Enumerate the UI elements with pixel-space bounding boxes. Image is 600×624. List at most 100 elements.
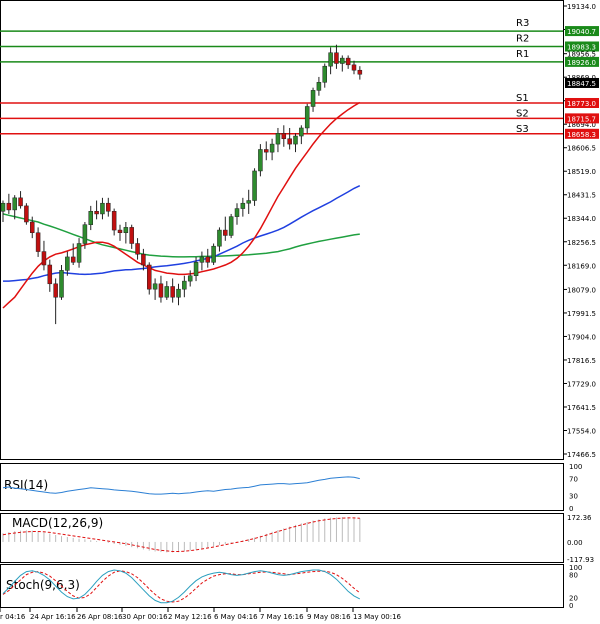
candle-body xyxy=(205,256,210,263)
candle-body xyxy=(340,57,345,64)
candle-body xyxy=(299,127,304,137)
candle-body xyxy=(106,202,111,212)
price-tick-label: 17641.5 xyxy=(567,404,596,412)
candle-body xyxy=(158,283,164,298)
price-tick-label: 18519.0 xyxy=(567,168,596,176)
level-price-label: 18658.3 xyxy=(567,131,596,139)
candle-body xyxy=(59,270,64,298)
candle-body xyxy=(269,143,275,153)
candle-body xyxy=(293,135,298,145)
price-tick-label: 17816.5 xyxy=(567,357,596,365)
time-tick-label: 26 Apr 08:16 xyxy=(77,613,123,621)
current-price-marker: 18847.5 xyxy=(565,77,599,88)
price-tick-label: 18344.0 xyxy=(567,215,596,223)
level-price-label: 18773.0 xyxy=(567,100,596,108)
candle-body xyxy=(82,224,88,244)
rsi-tick-label: 100 xyxy=(569,463,582,471)
candle-body xyxy=(6,202,12,211)
time-tick-label: r 04:16 xyxy=(0,613,26,621)
time-tick-label: 30 Apr 00:16 xyxy=(122,613,168,621)
candle-body xyxy=(193,262,199,276)
rsi-tick-label: 70 xyxy=(569,476,578,484)
candle-body xyxy=(252,170,257,201)
level-name-r1: R1 xyxy=(516,49,529,60)
candle-body xyxy=(287,138,292,145)
level-price-label: 18715.7 xyxy=(567,115,596,123)
rsi-tick-label: 0 xyxy=(569,505,573,513)
candle-body xyxy=(141,253,146,266)
macd-tick-label: -117.93 xyxy=(567,556,594,564)
candle-body xyxy=(123,227,129,234)
candle-body xyxy=(182,280,187,290)
candle-body xyxy=(111,211,117,231)
candle-body xyxy=(228,216,234,236)
candle-body xyxy=(164,286,170,298)
macd-tick-label: 172.36 xyxy=(567,514,592,522)
time-tick-label: 13 May 00:16 xyxy=(353,613,402,621)
candle-body xyxy=(76,243,82,263)
level-price-label: 18926.0 xyxy=(567,59,596,67)
candle-body xyxy=(357,69,363,75)
time-tick-label: 6 May 04:16 xyxy=(214,613,258,621)
candle-body xyxy=(328,52,333,67)
price-tick-label: 17991.5 xyxy=(567,310,596,318)
price-tick-label: 17466.5 xyxy=(567,451,596,459)
level-name-s1: S1 xyxy=(516,93,529,104)
candle-body xyxy=(129,227,134,244)
candle-body xyxy=(24,205,29,223)
candle-body xyxy=(65,256,70,271)
candle-body xyxy=(147,264,152,290)
candle-body xyxy=(211,245,216,263)
level-name-s3: S3 xyxy=(516,124,529,135)
candle-body xyxy=(334,52,339,64)
candle-body xyxy=(70,256,76,263)
candle-body xyxy=(18,197,23,207)
current-price-label: 18847.5 xyxy=(567,80,596,88)
price-tick-label: 19134.0 xyxy=(567,3,596,11)
candle-body xyxy=(322,65,327,83)
level-name-r2: R2 xyxy=(516,33,529,44)
level-price-label: 18983.3 xyxy=(567,43,596,51)
price-tick-label: 18431.5 xyxy=(567,192,596,200)
candle-body xyxy=(345,57,351,66)
rsi-tick-label: 30 xyxy=(569,492,578,500)
candle-body xyxy=(47,264,53,285)
time-tick-label: 9 May 08:16 xyxy=(307,613,351,621)
candle-body xyxy=(351,64,357,71)
candle-body xyxy=(275,133,281,145)
level-name-s2: S2 xyxy=(516,108,529,119)
time-tick-label: 7 May 16:16 xyxy=(260,613,304,621)
candle-body xyxy=(0,202,6,212)
level-price-label: 19040.7 xyxy=(567,28,596,36)
candle-body xyxy=(234,208,240,217)
macd-label: MACD(12,26,9) xyxy=(12,516,103,530)
time-tick-label: 2 May 12:16 xyxy=(168,613,212,621)
candle-body xyxy=(117,229,123,234)
candle-body xyxy=(281,133,287,139)
price-tick-label: 17554.0 xyxy=(567,427,596,435)
stoch-label: Stoch(9,6,3) xyxy=(6,578,80,592)
candle-body xyxy=(187,275,193,282)
candle-body xyxy=(100,202,105,215)
candle-body xyxy=(41,251,47,266)
candle-body xyxy=(135,243,140,255)
candle-body xyxy=(246,200,251,204)
candle-body xyxy=(316,82,322,91)
level-name-r3: R3 xyxy=(516,18,529,29)
chart-svg: 19134.019046.518956.518869.018781.518694… xyxy=(0,0,600,624)
time-tick-label: 24 Apr 16:16 xyxy=(30,613,76,621)
price-tick-label: 18079.0 xyxy=(567,286,596,294)
stoch-tick-label: 0 xyxy=(569,602,573,610)
candle-body xyxy=(304,106,310,129)
candle-body xyxy=(264,149,269,153)
candle-body xyxy=(30,221,35,234)
candle-body xyxy=(88,211,93,225)
candle-body xyxy=(152,283,158,290)
price-tick-label: 17904.0 xyxy=(567,333,596,341)
candle-body xyxy=(176,288,181,298)
candle-body xyxy=(217,229,222,247)
candle-body xyxy=(199,256,205,263)
candle-body xyxy=(240,202,246,209)
candle-body xyxy=(94,211,99,215)
chart-background xyxy=(0,0,600,624)
